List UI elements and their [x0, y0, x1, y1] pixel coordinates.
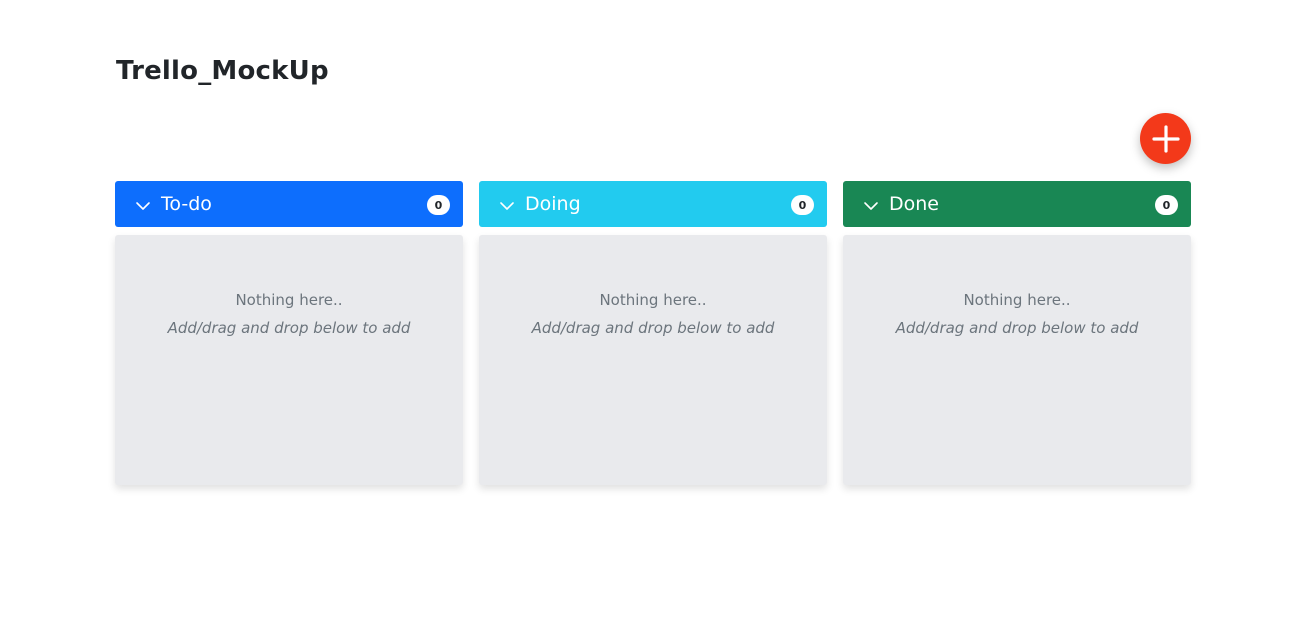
app-root: Trello_MockUp To-do 0 Nothing here.. Add… [0, 0, 1306, 628]
column-body-doing[interactable]: Nothing here.. Add/drag and drop below t… [479, 235, 827, 485]
column-body-todo[interactable]: Nothing here.. Add/drag and drop below t… [115, 235, 463, 485]
chevron-down-icon[interactable] [135, 198, 151, 214]
chevron-down-icon[interactable] [863, 198, 879, 214]
plus-icon [1151, 124, 1180, 153]
card-count-badge: 0 [1155, 195, 1178, 215]
empty-state-title: Nothing here.. [599, 291, 707, 309]
page-title: Trello_MockUp [116, 56, 329, 86]
card-count-badge: 0 [791, 195, 814, 215]
empty-state-title: Nothing here.. [235, 291, 343, 309]
column-doing: Doing 0 Nothing here.. Add/drag and drop… [479, 181, 827, 485]
column-title: Doing [525, 193, 581, 215]
empty-state-title: Nothing here.. [963, 291, 1071, 309]
board: To-do 0 Nothing here.. Add/drag and drop… [115, 181, 1191, 485]
column-done: Done 0 Nothing here.. Add/drag and drop … [843, 181, 1191, 485]
card-count-badge: 0 [427, 195, 450, 215]
column-title: Done [889, 193, 939, 215]
column-body-done[interactable]: Nothing here.. Add/drag and drop below t… [843, 235, 1191, 485]
empty-state-hint: Add/drag and drop below to add [531, 319, 775, 337]
column-title: To-do [161, 193, 212, 215]
empty-state-hint: Add/drag and drop below to add [167, 319, 411, 337]
chevron-down-icon[interactable] [499, 198, 515, 214]
column-todo: To-do 0 Nothing here.. Add/drag and drop… [115, 181, 463, 485]
add-list-button[interactable] [1140, 113, 1191, 164]
empty-state-hint: Add/drag and drop below to add [895, 319, 1139, 337]
column-header-doing[interactable]: Doing 0 [479, 181, 827, 227]
column-header-done[interactable]: Done 0 [843, 181, 1191, 227]
column-header-todo[interactable]: To-do 0 [115, 181, 463, 227]
